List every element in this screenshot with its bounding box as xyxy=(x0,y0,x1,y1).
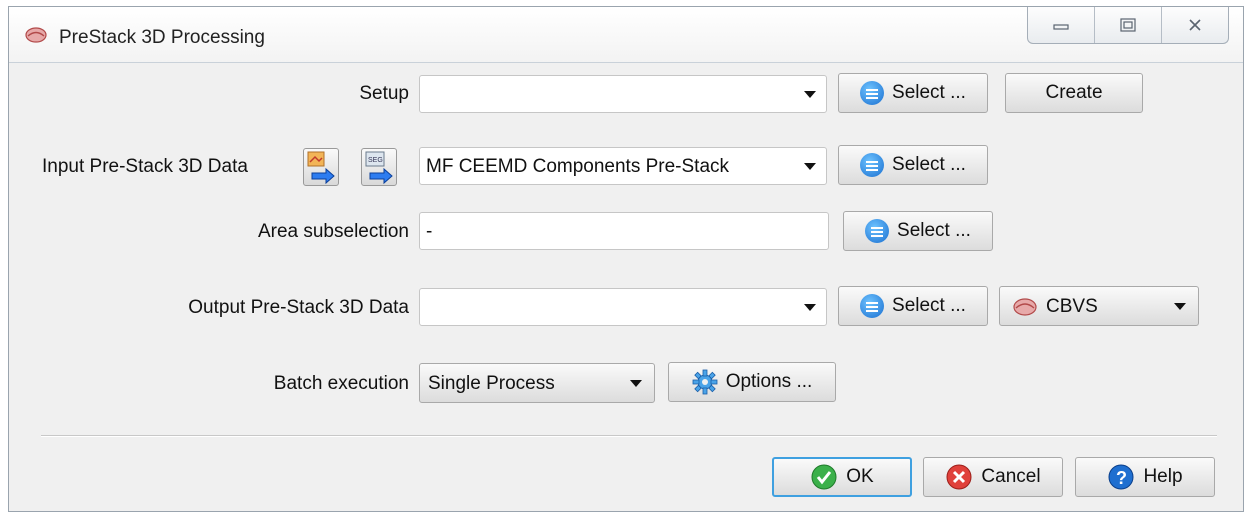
svg-text:SEG: SEG xyxy=(368,157,383,164)
input-data-combo[interactable]: MF CEEMD Components Pre-Stack xyxy=(419,147,827,185)
help-icon: ? xyxy=(1108,464,1134,490)
minimize-button[interactable] xyxy=(1028,7,1094,43)
input-select-button[interactable]: Select ... xyxy=(838,145,988,185)
window-controls xyxy=(1027,7,1229,44)
gear-icon xyxy=(692,369,718,395)
input-select-label: Select ... xyxy=(892,154,966,175)
minimize-icon xyxy=(1053,24,1069,30)
cancel-label: Cancel xyxy=(981,466,1041,487)
svg-text:?: ? xyxy=(1116,468,1127,488)
title-bar: PreStack 3D Processing xyxy=(9,7,1243,63)
separator xyxy=(41,435,1217,437)
chevron-down-icon xyxy=(1174,303,1186,310)
import-file-icon xyxy=(307,151,335,185)
create-label: Create xyxy=(1045,82,1103,103)
chevron-down-icon xyxy=(804,304,816,311)
help-label: Help xyxy=(1143,466,1183,487)
select-icon xyxy=(865,219,890,243)
output-format-value: CBVS xyxy=(1046,296,1098,317)
output-select-button[interactable]: Select ... xyxy=(838,286,988,326)
setup-combo[interactable] xyxy=(419,75,827,113)
ok-label: OK xyxy=(846,466,874,487)
cancel-icon xyxy=(946,464,972,490)
options-button[interactable]: Options ... xyxy=(668,362,836,402)
ok-button[interactable]: OK xyxy=(772,457,912,497)
output-select-label: Select ... xyxy=(892,295,966,316)
select-icon xyxy=(860,153,885,177)
input-from-file-button[interactable] xyxy=(303,148,339,186)
close-button[interactable] xyxy=(1161,7,1228,43)
area-value: - xyxy=(426,221,433,242)
batch-execution-select[interactable]: Single Process xyxy=(419,363,655,403)
create-button[interactable]: Create xyxy=(1005,73,1143,113)
checkmark-icon xyxy=(811,464,837,490)
help-button[interactable]: ? Help xyxy=(1075,457,1215,497)
batch-label: Batch execution xyxy=(273,373,409,394)
setup-label: Setup xyxy=(359,83,409,104)
maximize-icon xyxy=(1120,18,1136,32)
maximize-button[interactable] xyxy=(1094,7,1161,43)
batch-execution-value: Single Process xyxy=(428,373,555,394)
cancel-button[interactable]: Cancel xyxy=(923,457,1063,497)
input-label: Input Pre-Stack 3D Data xyxy=(42,156,248,177)
chevron-down-icon xyxy=(804,91,816,98)
select-icon xyxy=(860,81,885,105)
area-label: Area subselection xyxy=(257,221,409,242)
area-select-label: Select ... xyxy=(897,220,971,241)
app-logo-icon xyxy=(25,27,47,43)
import-segy-icon: SEG xyxy=(365,151,393,185)
dialog-window: PreStack 3D Processing Setup Select ... … xyxy=(8,6,1244,512)
chevron-down-icon xyxy=(630,380,642,387)
window-title: PreStack 3D Processing xyxy=(59,27,265,48)
options-label: Options ... xyxy=(725,371,813,392)
setup-select-label: Select ... xyxy=(892,82,966,103)
area-select-button[interactable]: Select ... xyxy=(843,211,993,251)
close-icon xyxy=(1189,19,1201,31)
output-label: Output Pre-Stack 3D Data xyxy=(188,297,409,318)
output-data-combo[interactable] xyxy=(419,288,827,326)
format-logo-icon xyxy=(1013,298,1037,316)
select-icon xyxy=(860,294,885,318)
setup-select-button[interactable]: Select ... xyxy=(838,73,988,113)
input-from-segy-button[interactable]: SEG xyxy=(361,148,397,186)
output-format-select[interactable]: CBVS xyxy=(999,286,1199,326)
chevron-down-icon xyxy=(804,163,816,170)
input-data-value: MF CEEMD Components Pre-Stack xyxy=(426,156,730,177)
area-subselection-field[interactable]: - xyxy=(419,212,829,250)
